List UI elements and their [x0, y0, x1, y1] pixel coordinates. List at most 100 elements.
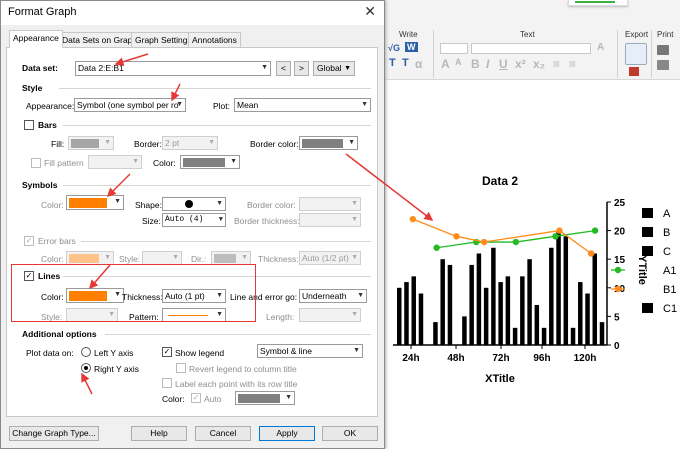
label-color-combo[interactable]: ▼ [235, 391, 295, 405]
y-tick-label: 5 [614, 312, 620, 323]
write-symbol-button[interactable]: √G [388, 43, 400, 53]
prev-dataset-button[interactable]: < [276, 61, 291, 76]
line-error-go-value: Underneath [302, 291, 347, 301]
tab-appearance[interactable]: Appearance [9, 30, 63, 48]
global-scope-button[interactable]: Global ▼ [313, 61, 355, 76]
chevron-down-icon: ▼ [285, 394, 292, 401]
align-center-button[interactable]: ≡ [569, 57, 576, 71]
ribbon-separator [617, 30, 618, 78]
symbol-color-label: Color: [41, 200, 64, 210]
revert-legend-label: Revert legend to column title [189, 364, 297, 374]
bar [462, 316, 467, 345]
legend-mode-combo[interactable]: Symbol & line ▼ [257, 344, 363, 358]
close-icon[interactable]: ✕ [364, 3, 376, 20]
legend-label: C [663, 246, 671, 258]
series-point [433, 244, 440, 251]
left-y-axis-label: Left Y axis [94, 348, 134, 358]
shape-label: Shape: [135, 200, 162, 210]
error-thickness-label: Thickness: [258, 254, 299, 264]
print-icon[interactable] [657, 45, 669, 55]
chevron-down-icon: ▼ [114, 198, 121, 205]
tab-graph-settings[interactable]: Graph Settings [131, 32, 196, 47]
legend-label: C1 [663, 303, 677, 315]
error-bars-checkbox[interactable]: ✓ [24, 236, 34, 246]
line-length-combo[interactable]: ▼ [299, 308, 361, 322]
print-group-label: Print [657, 30, 674, 39]
apply-button[interactable]: Apply [259, 426, 315, 441]
font-name-combo[interactable] [440, 43, 468, 54]
bar [483, 287, 489, 345]
label-auto-checkbox[interactable]: ✓ [191, 393, 201, 403]
error-thickness-combo[interactable]: Auto (1/2 pt) ▼ [299, 251, 361, 265]
dialog-titlebar: Format Graph ✕ [1, 1, 384, 25]
alpha-symbol-icon[interactable]: α [415, 57, 422, 71]
text-tool-alt-button[interactable]: T [402, 57, 409, 69]
bar [585, 293, 590, 345]
dataset-combo[interactable]: Data 2:E:B1 ▼ [75, 61, 271, 76]
text-tool-button[interactable]: T [389, 57, 396, 69]
error-dir-swatch [214, 254, 236, 263]
error-color-combo[interactable]: ▼ [66, 251, 114, 265]
font-color-button[interactable]: A [597, 42, 604, 53]
bold-button[interactable]: B [471, 57, 480, 71]
help-button[interactable]: Help [131, 426, 187, 441]
revert-legend-checkbox[interactable] [176, 363, 186, 373]
legend-mode-value: Symbol & line [260, 346, 312, 356]
label-each-point-checkbox[interactable] [162, 378, 172, 388]
decrease-font-button[interactable]: A [455, 57, 462, 67]
left-y-axis-radio[interactable] [81, 347, 91, 357]
bar [563, 236, 569, 345]
change-graph-type-button[interactable]: Change Graph Type... [9, 426, 99, 441]
line-error-go-combo[interactable]: Underneath ▼ [299, 289, 367, 303]
error-color-swatch [69, 254, 99, 263]
cancel-button[interactable]: Cancel [195, 426, 251, 441]
plot-combo[interactable]: Mean ▼ [234, 98, 371, 112]
pattern-color-combo[interactable]: ▼ [180, 155, 240, 169]
bar-border-combo[interactable]: 2 pt ▼ [162, 136, 218, 150]
symbol-border-color-label: Border color: [247, 200, 296, 210]
bar-border-color-combo[interactable]: ▼ [299, 136, 358, 150]
chart-title: Data 2 [482, 174, 518, 188]
bars-checkbox[interactable] [24, 120, 34, 130]
italic-button[interactable]: I [486, 57, 489, 71]
increase-font-button[interactable]: A [441, 57, 450, 71]
error-dir-combo[interactable]: ▼ [211, 251, 251, 265]
tab-annotations[interactable]: Annotations [188, 32, 241, 47]
label-auto-label: Auto [204, 394, 222, 404]
superscript-button[interactable]: x² [515, 57, 526, 71]
ok-button[interactable]: OK [322, 426, 378, 441]
border-thickness-combo[interactable]: ▼ [299, 213, 361, 227]
chevron-down-icon: ▼ [218, 216, 223, 224]
export-pdf-icon[interactable] [629, 67, 639, 76]
symbol-color-combo[interactable]: ▼ [66, 195, 124, 210]
fill-pattern-combo[interactable]: ▼ [88, 155, 142, 169]
graph-canvas[interactable]: Data 2 XTitle YTitle 051015202524h48h72h… [385, 80, 680, 449]
print-preview-icon[interactable] [657, 60, 669, 70]
bar [549, 247, 554, 345]
export-icon[interactable] [625, 43, 647, 65]
right-y-axis-radio[interactable] [81, 363, 91, 373]
error-style-combo[interactable]: ▼ [142, 251, 182, 265]
size-combo[interactable]: Auto (4) ▼ [162, 213, 226, 227]
bar-fill-combo[interactable]: ▼ [68, 136, 114, 150]
label-each-point-label: Label each point with its row title [175, 379, 298, 389]
appearance-combo[interactable]: Symbol (one symbol per ro ▼ [74, 98, 186, 112]
word-icon[interactable]: W [405, 42, 418, 52]
bar [476, 253, 482, 345]
shape-combo[interactable]: ▼ [162, 197, 226, 211]
next-dataset-button[interactable]: > [294, 61, 309, 76]
appearance-value: Symbol (one symbol per ro [77, 100, 179, 110]
underline-button[interactable]: U [499, 57, 508, 71]
fill-pattern-checkbox[interactable] [31, 158, 41, 168]
chevron-down-icon: ▼ [176, 101, 183, 108]
symbol-border-color-combo[interactable]: ▼ [299, 197, 361, 211]
show-legend-checkbox[interactable]: ✓ [162, 347, 172, 357]
x-tick-label: 120h [574, 353, 597, 364]
font-size-combo[interactable] [471, 43, 591, 54]
dialog-title: Format Graph [8, 6, 77, 18]
align-left-button[interactable]: ≡ [553, 57, 560, 71]
subscript-button[interactable]: x₂ [533, 57, 545, 71]
tab-data-sets-on-graph[interactable]: Data Sets on Graph [58, 32, 142, 47]
bar [505, 276, 511, 345]
section-divider [63, 185, 371, 186]
